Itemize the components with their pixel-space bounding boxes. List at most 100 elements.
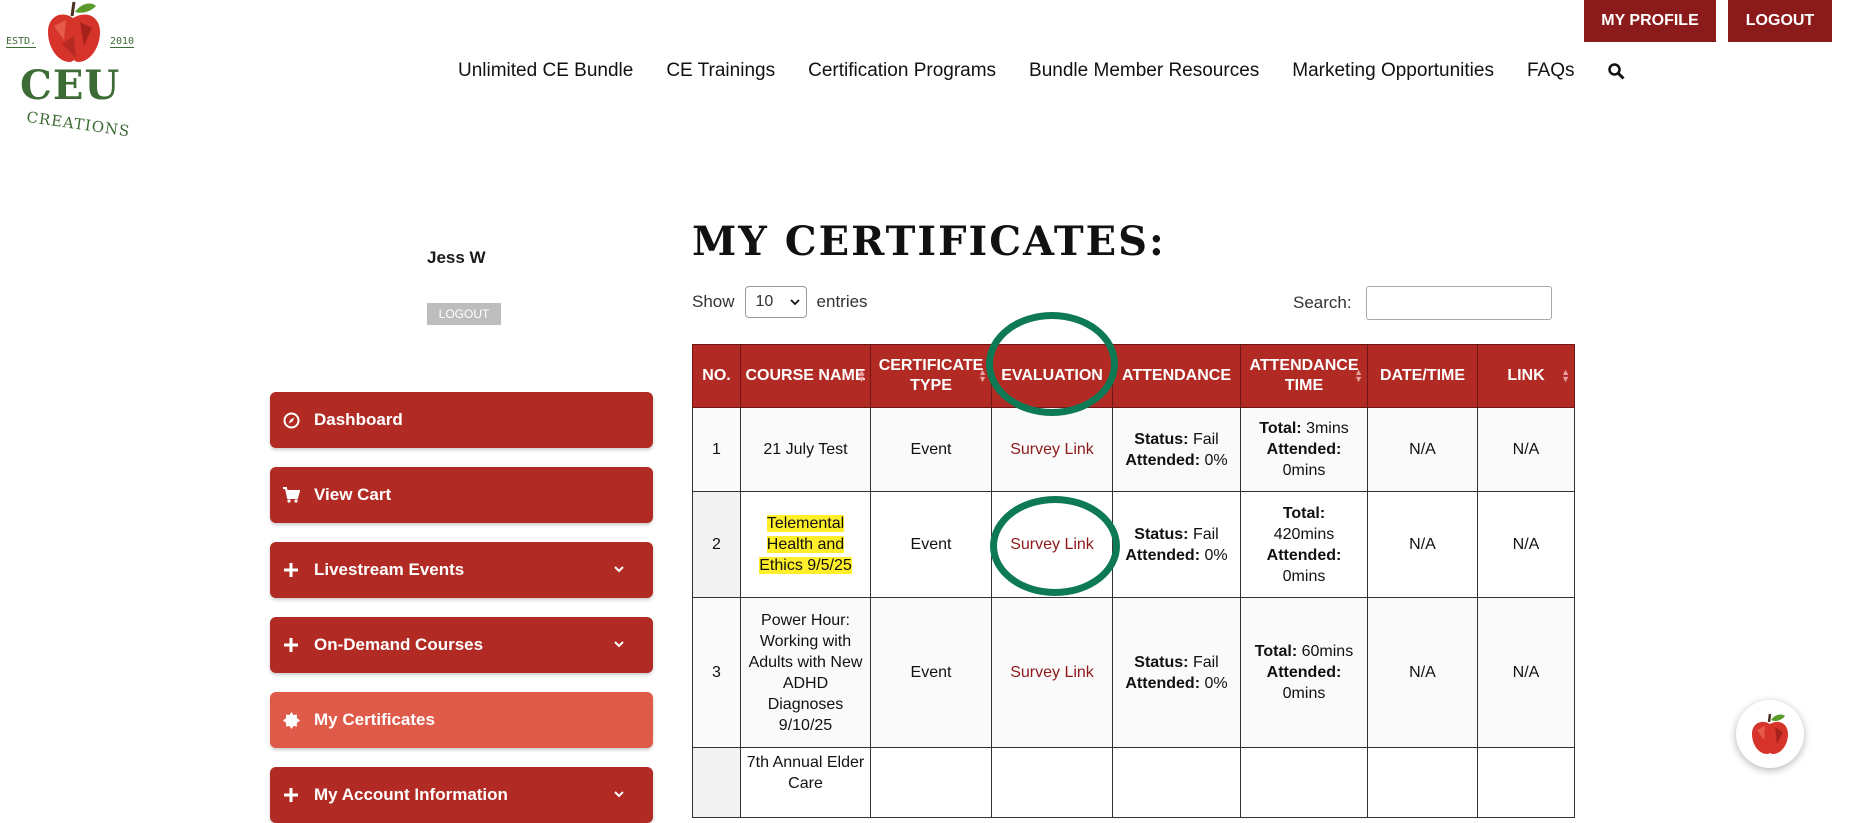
cell-course-name: Telemental Health and Ethics 9/5/25 bbox=[740, 491, 871, 598]
survey-link[interactable]: Survey Link bbox=[1010, 441, 1094, 458]
cell-course-name: 7th Annual Elder Care bbox=[740, 747, 871, 818]
cell-evaluation bbox=[991, 747, 1113, 818]
column-header-date-time[interactable]: DATE/TIME bbox=[1367, 344, 1478, 408]
cart-icon bbox=[282, 486, 300, 504]
cell-attendance-time bbox=[1240, 747, 1368, 818]
column-header-attendance[interactable]: ATTENDANCE bbox=[1112, 344, 1241, 408]
cell-attendance-time: Total: 3mins Attended: 0mins bbox=[1240, 407, 1368, 492]
cell-link: N/A bbox=[1477, 491, 1575, 598]
table-search: Search: bbox=[1293, 286, 1552, 320]
nav-unlimited-ce-bundle[interactable]: Unlimited CE Bundle bbox=[458, 60, 633, 82]
sidebar-item-livestream-events[interactable]: Livestream Events bbox=[270, 542, 653, 598]
cell-evaluation: Survey Link bbox=[991, 407, 1113, 492]
cell-date-time: N/A bbox=[1367, 407, 1478, 492]
table-row: 1 21 July Test Event Survey Link Status:… bbox=[692, 407, 1575, 492]
column-header-attendance-time[interactable]: ATTENDANCE TIME ▲ ▼ bbox=[1240, 344, 1368, 408]
sidebar-item-label: View Cart bbox=[314, 485, 392, 504]
sidebar-item-dashboard[interactable]: Dashboard bbox=[270, 392, 653, 448]
cell-date-time bbox=[1367, 747, 1478, 818]
cell-attendance-time: Total: 420mins Attended: 0mins bbox=[1240, 491, 1368, 598]
certificates-table: NO. COURSE NAME ▲ ▼ CERTIFICATE TYPE ▲ ▼ EVA… bbox=[692, 344, 1575, 818]
sidebar-logout-button[interactable]: LOGOUT bbox=[427, 303, 501, 325]
cell-certificate-type bbox=[870, 747, 992, 818]
logo-estd: ESTD. bbox=[6, 36, 37, 48]
cell-no: 3 bbox=[692, 597, 741, 748]
show-label: Show bbox=[692, 292, 735, 311]
my-profile-button[interactable]: MY PROFILE bbox=[1584, 0, 1716, 42]
page-length-control: Show 10 entries bbox=[692, 286, 868, 318]
logo-ceu: CEU bbox=[20, 62, 121, 109]
nav-ce-trainings[interactable]: CE Trainings bbox=[666, 60, 775, 82]
cell-course-name: 21 July Test bbox=[740, 407, 871, 492]
sidebar-item-my-certificates[interactable]: My Certificates bbox=[270, 692, 653, 748]
sidebar-item-label: On-Demand Courses bbox=[314, 635, 484, 654]
cell-link: N/A bbox=[1477, 407, 1575, 492]
cell-certificate-type: Event bbox=[870, 597, 992, 748]
cell-no: 1 bbox=[692, 407, 741, 492]
search-label: Search: bbox=[1293, 293, 1352, 312]
sidebar-item-on-demand-courses[interactable]: On-Demand Courses bbox=[270, 617, 653, 673]
cell-evaluation: Survey Link bbox=[991, 597, 1113, 748]
table-header-row: NO. COURSE NAME ▲ ▼ CERTIFICATE TYPE ▲ ▼ EVA… bbox=[692, 344, 1575, 408]
chevron-down-icon bbox=[613, 635, 625, 655]
apple-chat-icon[interactable] bbox=[1736, 700, 1804, 768]
column-header-certificate-type[interactable]: CERTIFICATE TYPE ▲ ▼ bbox=[870, 344, 992, 408]
sort-icon: ▲ ▼ bbox=[978, 367, 987, 384]
table-row: 7th Annual Elder Care bbox=[692, 747, 1575, 818]
cell-certificate-type: Event bbox=[870, 491, 992, 598]
cell-attendance: Status: Fail Attended: 0% bbox=[1112, 491, 1241, 598]
column-header-course-name[interactable]: COURSE NAME ▲ ▼ bbox=[740, 344, 871, 408]
sidebar-item-my-account-information[interactable]: My Account Information bbox=[270, 767, 653, 823]
cell-attendance: Status: Fail Attended: 0% bbox=[1112, 407, 1241, 492]
cell-attendance bbox=[1112, 747, 1241, 818]
table-row: 3 Power Hour: Working with Adults with N… bbox=[692, 597, 1575, 748]
page-length-value: 10 bbox=[755, 293, 774, 310]
logo-year: 2010 bbox=[110, 36, 135, 48]
sidebar-item-label: Livestream Events bbox=[314, 560, 465, 579]
plus-icon bbox=[282, 561, 300, 579]
user-name: Jess W bbox=[427, 248, 486, 267]
chevron-down-icon bbox=[789, 299, 800, 306]
column-header-no[interactable]: NO. bbox=[692, 344, 741, 408]
site-logo[interactable]: ESTD. 2010 CEU CREATIONS bbox=[4, 0, 144, 140]
plus-icon bbox=[282, 786, 300, 804]
nav-faqs[interactable]: FAQs bbox=[1527, 60, 1575, 82]
page-title: MY CERTIFICATES: bbox=[692, 218, 1166, 265]
cell-course-name: Power Hour: Working with Adults with New… bbox=[740, 597, 871, 748]
highlighted-course-name: Telemental Health and Ethics 9/5/25 bbox=[759, 515, 852, 574]
nav-marketing-opportunities[interactable]: Marketing Opportunities bbox=[1292, 60, 1494, 82]
cell-no bbox=[692, 747, 741, 818]
cell-attendance: Status: Fail Attended: 0% bbox=[1112, 597, 1241, 748]
nav-certification-programs[interactable]: Certification Programs bbox=[808, 60, 996, 82]
cell-evaluation: Survey Link bbox=[991, 491, 1113, 598]
survey-link[interactable]: Survey Link bbox=[1010, 536, 1094, 553]
sort-icon: ▲ ▼ bbox=[1561, 367, 1570, 384]
search-input[interactable] bbox=[1365, 286, 1552, 320]
apple-logo-icon bbox=[48, 1, 100, 62]
badge-icon bbox=[282, 711, 300, 729]
cell-link bbox=[1477, 747, 1575, 818]
sidebar-item-label: Dashboard bbox=[314, 410, 403, 429]
nav-bundle-member-resources[interactable]: Bundle Member Resources bbox=[1029, 60, 1259, 82]
sort-icon: ▲ ▼ bbox=[857, 367, 866, 384]
sidebar-item-label: My Account Information bbox=[314, 785, 508, 804]
logout-button[interactable]: LOGOUT bbox=[1728, 0, 1832, 42]
chevron-down-icon bbox=[613, 560, 625, 580]
cell-attendance-time: Total: 60mins Attended: 0mins bbox=[1240, 597, 1368, 748]
cell-date-time: N/A bbox=[1367, 597, 1478, 748]
cell-certificate-type: Event bbox=[870, 407, 992, 492]
page-length-select[interactable]: 10 bbox=[744, 286, 807, 318]
plus-icon bbox=[282, 636, 300, 654]
logo-creations: CREATIONS bbox=[25, 108, 132, 141]
table-row: 2 Telemental Health and Ethics 9/5/25 Ev… bbox=[692, 491, 1575, 598]
entries-label: entries bbox=[816, 292, 868, 311]
survey-link[interactable]: Survey Link bbox=[1010, 664, 1094, 681]
cell-no: 2 bbox=[692, 491, 741, 598]
column-header-link[interactable]: LINK ▲ ▼ bbox=[1477, 344, 1575, 408]
search-icon[interactable] bbox=[1607, 63, 1625, 80]
sort-icon: ▲ ▼ bbox=[1354, 367, 1363, 384]
sidebar-item-view-cart[interactable]: View Cart bbox=[270, 467, 653, 523]
column-header-evaluation[interactable]: EVALUATION bbox=[991, 344, 1113, 408]
compass-icon bbox=[282, 411, 300, 429]
sidebar-item-label: My Certificates bbox=[314, 710, 435, 729]
